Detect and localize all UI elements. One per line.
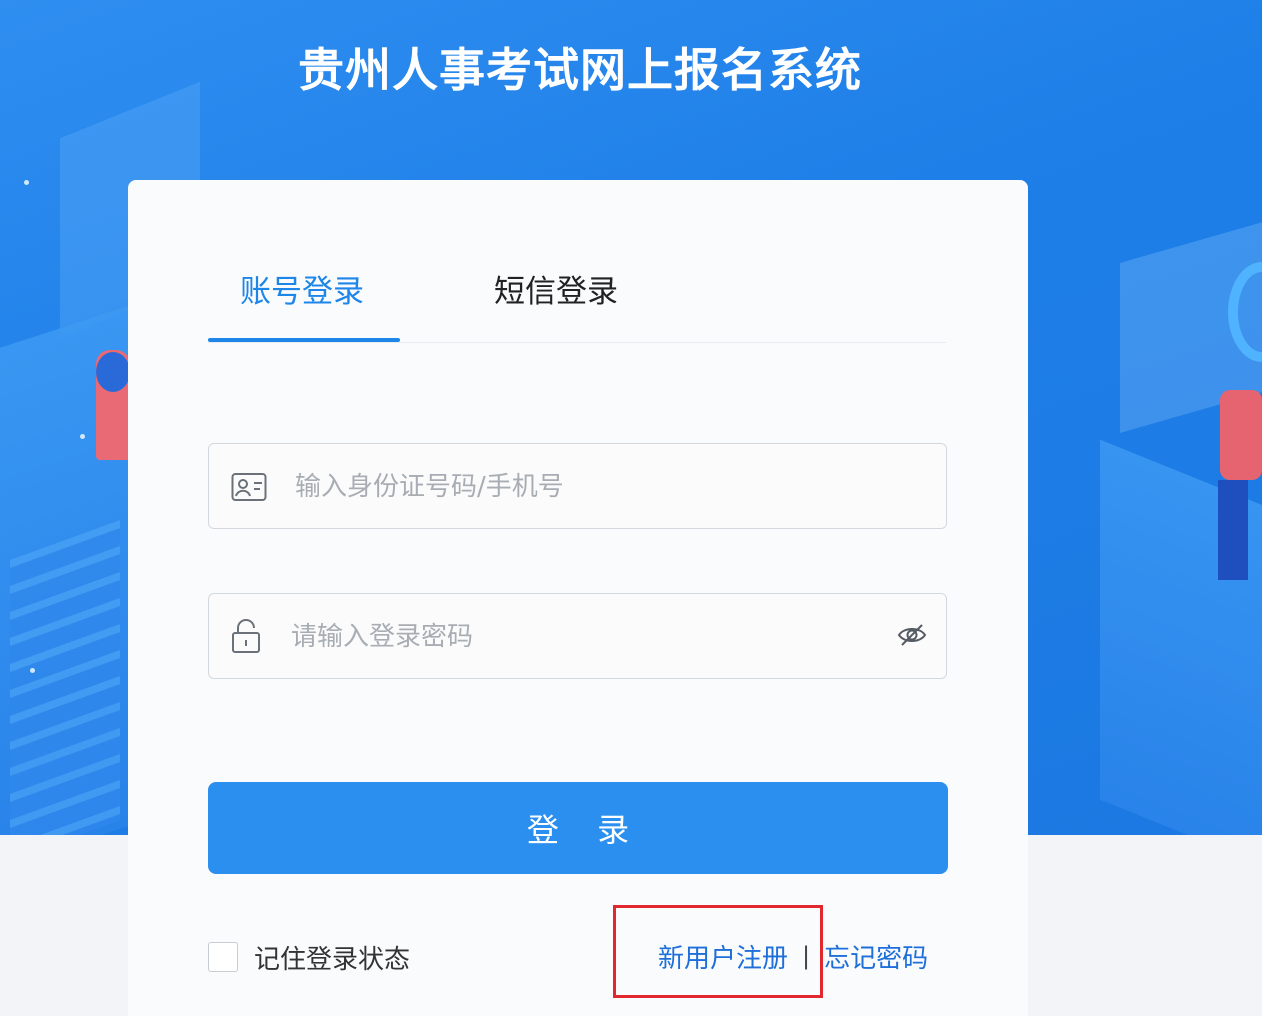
- link-separator: |: [802, 942, 811, 970]
- account-field: [208, 443, 947, 529]
- page-title: 贵州人事考试网上报名系统: [298, 43, 862, 97]
- decorative-dot: [30, 668, 35, 673]
- remember-label: 记住登录状态: [254, 944, 411, 975]
- tab-account-login[interactable]: 账号登录: [240, 270, 364, 314]
- decorative-building: [10, 519, 120, 835]
- login-button[interactable]: 登 录: [208, 782, 948, 874]
- decorative-dot: [80, 434, 85, 439]
- password-input[interactable]: [289, 614, 853, 660]
- remember-login[interactable]: 记住登录状态: [208, 940, 411, 975]
- active-tab-indicator: [208, 338, 400, 342]
- decorative-person-head: [96, 352, 130, 392]
- account-input[interactable]: [293, 464, 897, 510]
- remember-checkbox[interactable]: [208, 942, 238, 972]
- decorative-person: [1220, 390, 1262, 480]
- eye-off-icon[interactable]: [897, 622, 927, 648]
- account-links: 新用户注册 | 忘记密码: [658, 936, 928, 976]
- tab-sms-login[interactable]: 短信登录: [494, 270, 618, 314]
- login-card: 账号登录 短信登录 输入身份证号码/手机号 登 录 记住登录状态 新用户注册 |…: [128, 180, 1028, 1016]
- id-card-icon: [231, 473, 267, 501]
- lock-icon: [232, 619, 260, 653]
- forgot-password-link[interactable]: 忘记密码: [824, 938, 928, 975]
- register-link[interactable]: 新用户注册: [658, 938, 788, 975]
- decorative-person-legs: [1218, 480, 1248, 580]
- decorative-dot: [24, 180, 29, 185]
- login-page: 贵州人事考试网上报名系统 账号登录 短信登录 输入身份证号码/手机号 登 录 记…: [0, 0, 1262, 1016]
- login-tabs: 账号登录 短信登录: [208, 242, 946, 343]
- password-field: [208, 593, 947, 679]
